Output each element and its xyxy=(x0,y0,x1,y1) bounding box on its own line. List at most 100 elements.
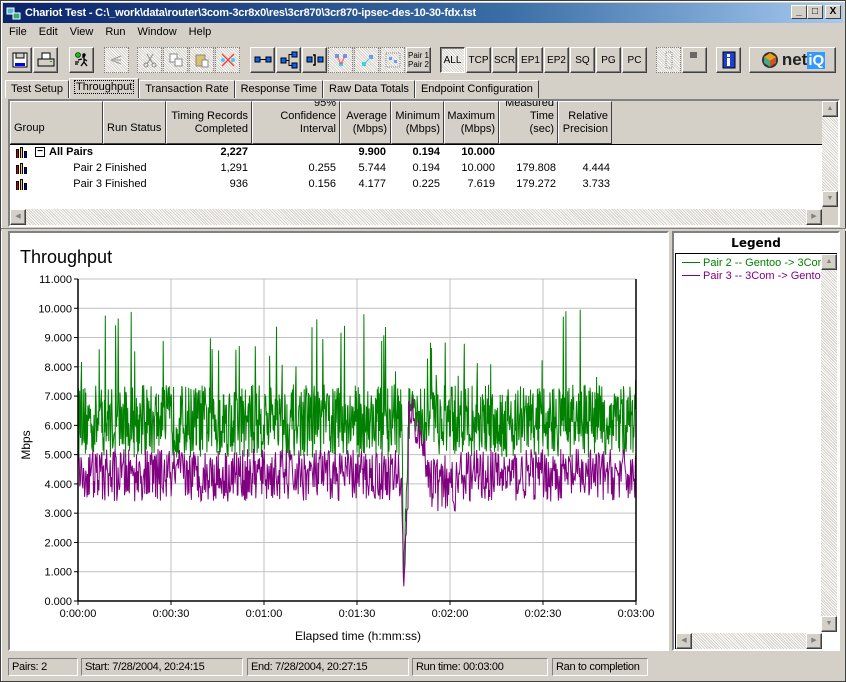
list-view-button[interactable] xyxy=(682,47,707,73)
column-header-average[interactable]: Average (Mbps) xyxy=(340,101,391,144)
status-start-time: Start: 7/28/2004, 20:24:15 xyxy=(81,658,243,676)
menu-edit[interactable]: Edit xyxy=(33,24,64,42)
print-icon xyxy=(37,52,54,67)
table-row-pair-3[interactable]: Pair 3 Finished 936 0.156 4.177 0.225 7.… xyxy=(10,177,824,193)
maximize-button[interactable]: □ xyxy=(807,5,823,19)
select-pairs-button[interactable] xyxy=(380,47,405,73)
group-cell: Pair 2 xyxy=(73,162,102,174)
scroll-right-button[interactable]: ▶ xyxy=(806,209,822,225)
filter-ep1-button[interactable]: EP1 xyxy=(518,47,543,73)
modify-button[interactable] xyxy=(328,47,353,73)
close-button[interactable]: X xyxy=(825,5,841,19)
netiq-logo-button[interactable]: net iQ xyxy=(749,47,836,73)
menu-file[interactable]: File xyxy=(3,24,33,42)
filter-pg-button[interactable]: PG xyxy=(596,47,621,73)
y-tick-label: 8.000 xyxy=(44,362,72,374)
column-header-measured-time[interactable]: Measured Time (sec) xyxy=(499,101,558,144)
column-header-confidence-interval[interactable]: 95% Confidence Interval xyxy=(252,101,340,144)
group-cell: Pair 3 xyxy=(73,178,102,190)
legend-scroll-up-button[interactable]: ▲ xyxy=(821,254,837,270)
status-end-time: End: 7/28/2004, 20:27:15 xyxy=(247,658,409,676)
tab-response-time[interactable]: Response Time xyxy=(234,80,324,98)
copy-button[interactable] xyxy=(163,47,188,73)
scroll-down-button[interactable]: ▼ xyxy=(822,191,838,207)
x-tick-label: 0:00:30 xyxy=(153,608,190,620)
table-header: Group Run Status Timing Records Complete… xyxy=(10,101,824,145)
cut-icon xyxy=(143,53,156,68)
edit-pairs-button[interactable] xyxy=(354,47,379,73)
tab-strip: Test Setup Throughput Transaction Rate R… xyxy=(5,78,539,99)
minimize-button[interactable]: _ xyxy=(791,5,807,19)
column-header-maximum[interactable]: Maximum (Mbps) xyxy=(444,101,499,144)
add-voip-button[interactable] xyxy=(302,47,327,73)
pair-labels-button[interactable]: Pair 1 Pair 2 xyxy=(406,47,431,73)
fish-button[interactable] xyxy=(104,47,129,73)
legend-vertical-scrollbar[interactable]: ▲ ▼ xyxy=(821,254,837,632)
legend-entry-pair-2[interactable]: Pair 2 -- Gentoo -> 3Com xyxy=(682,256,827,269)
menu-window[interactable]: Window xyxy=(132,24,183,42)
menu-help[interactable]: Help xyxy=(183,24,218,42)
filter-pc-button[interactable]: PC xyxy=(622,47,647,73)
print-button[interactable] xyxy=(33,47,58,73)
legend-scroll-right-button[interactable]: ▶ xyxy=(806,633,822,649)
table-row-all-pairs[interactable]: − All Pairs 2,227 9.900 0.194 10.000 xyxy=(10,145,824,161)
paste-button[interactable] xyxy=(189,47,214,73)
column-header-timing-records[interactable]: Timing Records Completed xyxy=(166,101,252,144)
column-header-relative-precision[interactable]: Relative Precision xyxy=(558,101,612,144)
legend-scroll-down-button[interactable]: ▼ xyxy=(821,616,837,632)
table-row-pair-2[interactable]: Pair 2 Finished 1,291 0.255 5.744 0.194 … xyxy=(10,161,824,177)
info-button[interactable] xyxy=(716,47,741,73)
add-multicast-icon xyxy=(280,51,297,69)
table-horizontal-scrollbar[interactable]: ◀ ▶ xyxy=(10,209,822,225)
column-header-minimum[interactable]: Minimum (Mbps) xyxy=(391,101,444,144)
grid-view-icon xyxy=(665,51,672,69)
measured-time-cell: 179.808 xyxy=(516,162,556,174)
menu-run[interactable]: Run xyxy=(99,24,131,42)
tab-test-setup[interactable]: Test Setup xyxy=(5,80,69,98)
legend-entry-pair-3[interactable]: Pair 3 -- 3Com -> Gentoo xyxy=(682,269,827,282)
pair-1-label: Pair 1 xyxy=(408,51,429,60)
scroll-corner xyxy=(822,207,838,225)
filter-tcp-button[interactable]: TCP xyxy=(466,47,491,73)
add-multicast-button[interactable] xyxy=(276,47,301,73)
delete-button[interactable] xyxy=(215,47,240,73)
cut-button[interactable] xyxy=(137,47,162,73)
records-cell: 1,291 xyxy=(220,162,248,174)
netiq-logo-text: net xyxy=(781,50,808,69)
status-pairs: Pairs: 2 xyxy=(8,658,78,676)
scroll-left-button[interactable]: ◀ xyxy=(10,209,26,225)
filter-scr-button[interactable]: SCR xyxy=(492,47,517,73)
pair-chart-icon xyxy=(16,179,28,190)
legend-horizontal-scrollbar[interactable]: ◀ ▶ xyxy=(676,633,822,649)
filter-sq-button[interactable]: SQ xyxy=(570,47,595,73)
title-bar[interactable]: Chariot Test - C:\_work\data\router\3com… xyxy=(3,3,843,23)
throughput-chart-pane: Throughput 0.000 1.000 2.000 3.000 4.000 5.00… xyxy=(8,231,669,651)
run-button[interactable] xyxy=(69,47,94,73)
column-header-run-status[interactable]: Run Status xyxy=(103,101,166,144)
legend-title: Legend xyxy=(731,236,781,250)
paste-icon xyxy=(195,54,208,68)
y-tick-label: 3.000 xyxy=(44,508,72,520)
filter-all-button[interactable]: ALL xyxy=(440,47,465,73)
grid-view-button[interactable] xyxy=(656,47,681,73)
save-button[interactable] xyxy=(7,47,32,73)
menu-view[interactable]: View xyxy=(64,24,100,42)
tab-transaction-rate[interactable]: Transaction Rate xyxy=(139,80,235,98)
tab-throughput[interactable]: Throughput xyxy=(68,78,140,98)
scroll-up-button[interactable]: ▲ xyxy=(822,101,838,117)
tab-raw-data-totals[interactable]: Raw Data Totals xyxy=(323,80,415,98)
status-cell: Finished xyxy=(105,178,147,190)
collapse-toggle[interactable]: − xyxy=(35,147,45,157)
table-vertical-scrollbar[interactable]: ▲ ▼ xyxy=(822,101,838,207)
filter-ep2-button[interactable]: EP2 xyxy=(544,47,569,73)
y-tick-label: 2.000 xyxy=(44,537,72,549)
y-tick-label: 9.000 xyxy=(44,333,72,345)
column-header-group[interactable]: Group xyxy=(10,101,103,144)
legend-scroll-left-button[interactable]: ◀ xyxy=(676,633,692,649)
add-pair-icon xyxy=(254,56,271,63)
modify-icon xyxy=(334,54,347,66)
tab-endpoint-configuration[interactable]: Endpoint Configuration xyxy=(414,80,539,98)
add-pair-button[interactable] xyxy=(250,47,275,73)
y-axis-label: Mbps xyxy=(19,430,33,459)
x-tick-labels: 0:00:00 0:00:30 0:01:00 0:01:30 0:02:00 0:02:… xyxy=(60,608,655,620)
